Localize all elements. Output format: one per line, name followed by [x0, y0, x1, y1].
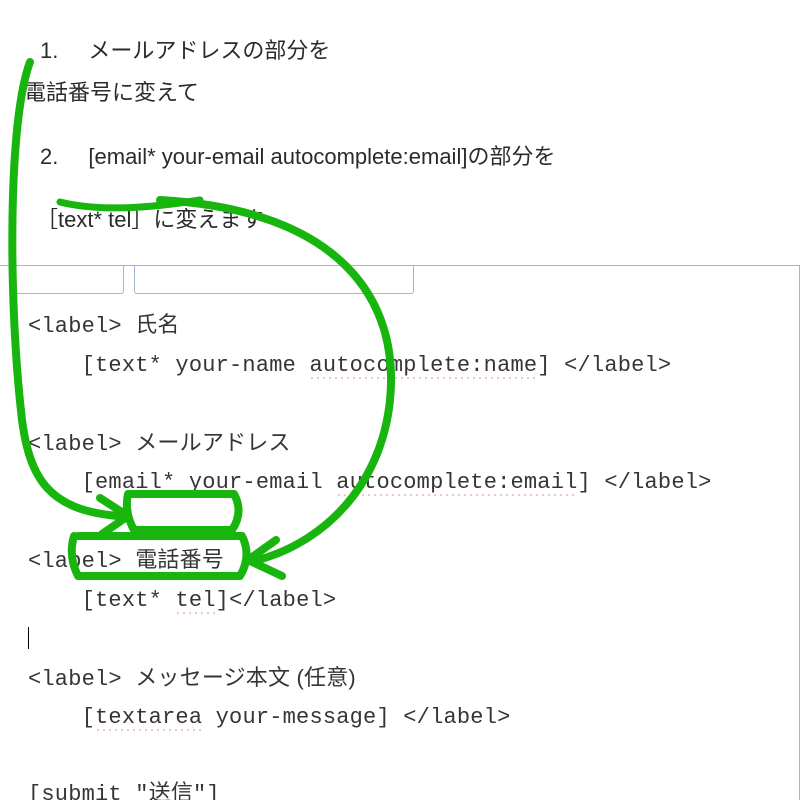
instruction-1-line1: 1.メールアドレスの部分を	[40, 30, 788, 72]
tab-strip	[0, 266, 799, 296]
code-line-5: [email* your-email autocomplete:email] <…	[28, 470, 712, 496]
code-content[interactable]: <label> 氏名 [text* your-name autocomplete…	[0, 296, 799, 800]
instruction-2-text-a: [email* your-email autocomplete:email]の部…	[88, 144, 555, 169]
editor-tab-1[interactable]	[12, 266, 124, 294]
code-line-7: <label> 電話番号	[28, 549, 224, 574]
instruction-2-number: 2.	[40, 136, 88, 178]
code-line-13: [submit "送信"]	[28, 782, 220, 800]
instruction-1-text-a: メールアドレスの部分を	[88, 38, 330, 63]
instruction-2-line2: ［text* tel］に変えます	[36, 199, 788, 241]
code-line-10: <label> メッセージ本文 (任意)	[28, 667, 356, 692]
code-editor[interactable]: <label> 氏名 [text* your-name autocomplete…	[0, 265, 800, 800]
code-line-11: [textarea your-message] </label>	[28, 705, 511, 731]
editor-tab-2[interactable]	[134, 266, 414, 294]
instruction-block: 1.メールアドレスの部分を 電話番号に変えて 2.[email* your-em…	[0, 0, 800, 241]
code-line-4: <label> メールアドレス	[28, 432, 291, 457]
code-line-8: [text* tel]</label>	[28, 588, 336, 614]
instruction-2-line1: 2.[email* your-email autocomplete:email]…	[40, 136, 788, 178]
code-line-2: [text* your-name autocomplete:name] </la…	[28, 353, 671, 379]
code-line-1: <label> 氏名	[28, 314, 180, 339]
text-cursor	[28, 627, 29, 649]
instruction-1-number: 1.	[40, 30, 88, 72]
instruction-1-line2: 電話番号に変えて	[24, 72, 788, 114]
